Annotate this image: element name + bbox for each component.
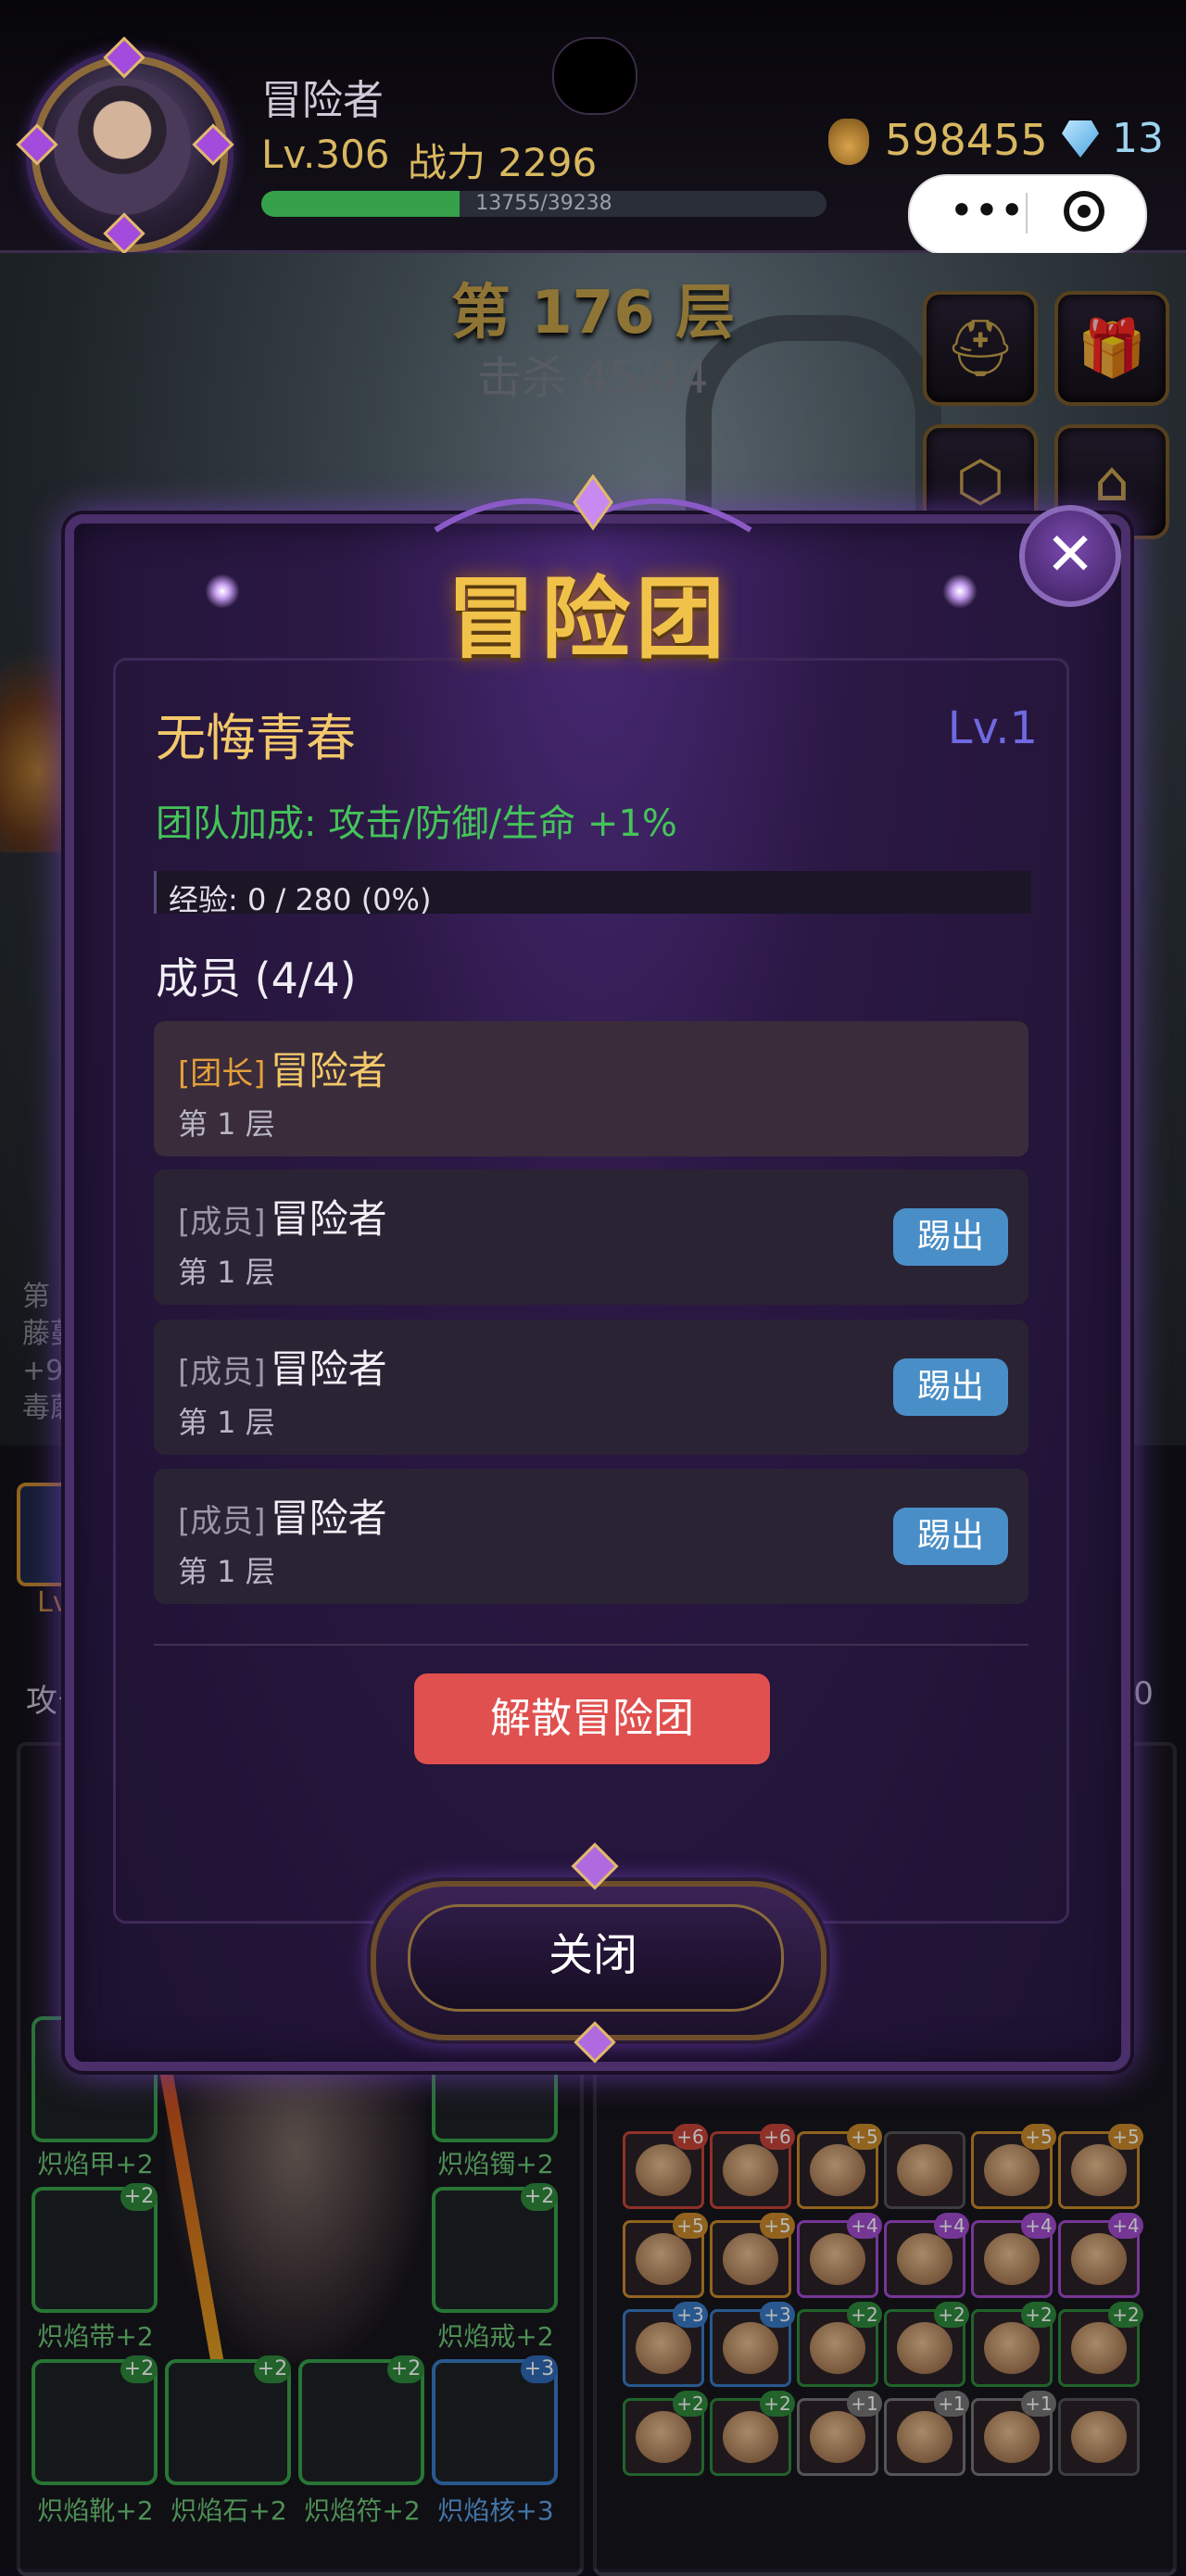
combat-power: 战力 2296 [408,140,598,185]
diamond-amount: 13 [1112,115,1164,162]
player-name: 冒险者 [261,77,384,124]
exit-mini-program-button[interactable] [1064,191,1104,232]
team-level: Lv.1 [947,702,1038,754]
member-card-leader: [团长] 冒险者 第 1 层 [154,1021,1028,1156]
divider [154,1644,1028,1646]
capsule-divider [1026,193,1028,234]
close-button[interactable]: 关闭 [408,1904,778,2006]
member-name: 冒险者 [270,1346,387,1392]
member-header: [成员] 冒险者 [178,1487,387,1544]
kick-button[interactable]: 踢出 [893,1508,1008,1565]
member-role: [成员] [178,1503,266,1540]
member-card: [成员] 冒险者 第 1 层 踢出 [154,1469,1028,1604]
kick-button[interactable]: 踢出 [893,1208,1008,1266]
member-card: [成员] 冒险者 第 1 层 踢出 [154,1169,1028,1305]
gold-amount: 598455 [885,115,1048,165]
member-card: [成员] 冒险者 第 1 层 踢出 [154,1320,1028,1455]
member-name: 冒险者 [270,1496,387,1541]
avatar-portrait [54,78,191,215]
team-exp-text: 经验: 0 / 280 (0%) [169,882,432,917]
money-bag-icon [828,119,869,165]
members-title: 成员 (4/4) [156,953,357,1004]
member-header: [成员] 冒险者 [178,1338,387,1395]
member-name: 冒险者 [270,1048,387,1093]
team-bonus: 团队加成: 攻击/防御/生命 +1% [156,802,677,845]
exp-text: 13755/39238 [475,192,612,215]
member-name: 冒险者 [270,1196,387,1242]
dialog-title: 冒险团 [447,567,730,671]
member-floor: 第 1 层 [178,1554,275,1589]
member-floor: 第 1 层 [178,1255,275,1290]
close-icon[interactable]: ✕ [1019,505,1121,607]
disband-team-button[interactable]: 解散冒险团 [414,1673,770,1764]
member-floor: 第 1 层 [178,1405,275,1440]
member-role: [成员] [178,1204,266,1241]
more-menu-button[interactable]: ••• [945,189,1028,236]
member-header: [成员] 冒险者 [178,1188,387,1244]
team-name: 无悔青春 [156,709,356,767]
member-role: [团长] [178,1055,266,1092]
member-header: [团长] 冒险者 [178,1040,387,1096]
dialog-top-ornament [434,474,752,533]
kick-button[interactable]: 踢出 [893,1358,1008,1416]
top-ornament-notch [552,37,637,115]
member-role: [成员] [178,1354,266,1391]
player-level: Lv.306 [261,132,390,177]
member-floor: 第 1 层 [178,1106,275,1142]
